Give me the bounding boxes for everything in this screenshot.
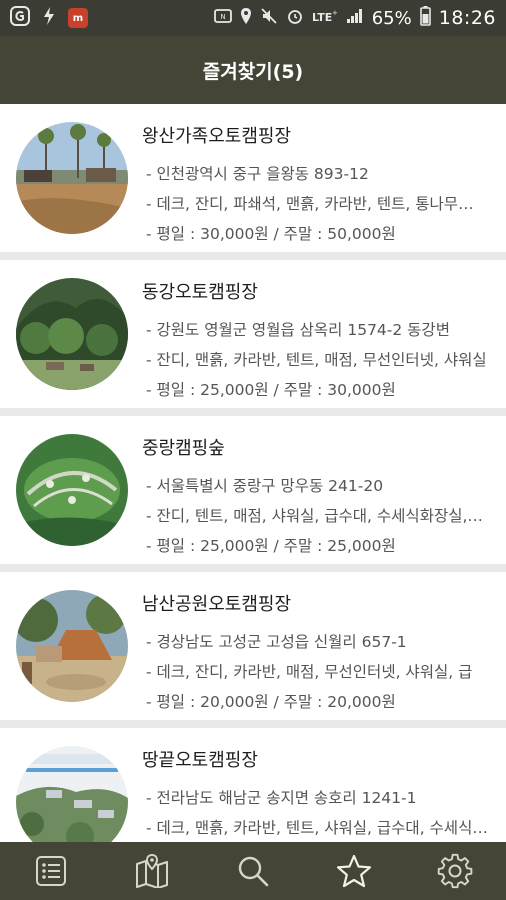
status-bar-system: N LTE + 65% 18:26 (213, 0, 496, 36)
campsite-address: - 강원도 영월군 영월읍 삼옥리 1574-2 동강변 (146, 321, 450, 339)
favorite-item[interactable]: 땅끝오토캠핑장 - 전라남도 해남군 송지면 송호리 1241-1 - 데크, … (0, 728, 506, 842)
battery-icon (419, 6, 431, 30)
svg-text:N: N (220, 13, 225, 21)
flash-icon (42, 6, 56, 30)
campsite-address: - 서울특별시 중랑구 망우동 241-20 (146, 477, 384, 495)
bottom-navigation (0, 842, 506, 900)
campsite-address: - 경상남도 고성군 고성읍 신월리 657-1 (146, 633, 407, 651)
location-icon (240, 7, 252, 29)
page-title: 즐겨찾기(5) (202, 60, 304, 83)
campsite-price: - 평일 : 25,000원 / 주말 : 25,000원 (146, 537, 396, 555)
campsite-thumbnail (16, 590, 128, 702)
campsite-name: 왕산가족오토캠핑장 (142, 126, 292, 147)
campsite-facilities: - 잔디, 텐트, 매점, 샤워실, 급수대, 수세식화장실,… (146, 507, 483, 525)
list-icon[interactable] (34, 854, 68, 888)
status-bar: m N LTE + 65% 18:26 (0, 0, 506, 36)
svg-text:LTE: LTE (312, 11, 332, 24)
svg-text:+: + (332, 9, 338, 17)
nav-settings[interactable] (405, 842, 506, 900)
favorite-item[interactable]: 동강오토캠핑장 - 강원도 영월군 영월읍 삼옥리 1574-2 동강변 - 잔… (0, 260, 506, 408)
campsite-facilities: - 데크, 잔디, 파쇄석, 맨흙, 카라반, 텐트, 통나무… (146, 195, 474, 213)
campsite-facilities: - 데크, 맨흙, 카라반, 텐트, 샤워실, 급수대, 수세식… (146, 819, 488, 837)
app-header: 즐겨찾기(5) (0, 36, 506, 104)
campsite-facilities: - 데크, 잔디, 카라반, 매점, 무선인터넷, 샤워실, 급 (146, 663, 473, 681)
lte-icon: LTE + (312, 8, 338, 28)
nav-list[interactable] (0, 842, 101, 900)
nfc-icon: N (213, 8, 232, 28)
campsite-name: 중랑캠핑숲 (142, 438, 225, 459)
campsite-address: - 전라남도 해남군 송지면 송호리 1241-1 (146, 789, 417, 807)
mute-icon (260, 7, 278, 29)
nav-search[interactable] (202, 842, 303, 900)
notification-app-icon (10, 6, 30, 30)
favorite-item[interactable]: 중랑캠핑숲 - 서울특별시 중랑구 망우동 241-20 - 잔디, 텐트, 매… (0, 416, 506, 564)
gear-icon[interactable] (437, 853, 473, 889)
campsite-price: - 평일 : 25,000원 / 주말 : 30,000원 (146, 381, 396, 399)
notification-badge-icon: m (68, 8, 88, 28)
campsite-thumbnail (16, 278, 128, 390)
star-icon[interactable] (336, 854, 372, 888)
campsite-name: 땅끝오토캠핑장 (142, 750, 258, 771)
nav-map[interactable] (101, 842, 202, 900)
battery-percent: 65% (371, 7, 412, 29)
signal-icon (346, 8, 364, 28)
campsite-thumbnail (16, 122, 128, 234)
nav-favorites[interactable] (304, 842, 405, 900)
campsite-price: - 평일 : 20,000원 / 주말 : 20,000원 (146, 693, 396, 711)
map-icon[interactable] (134, 854, 170, 888)
campsite-thumbnail (16, 746, 128, 842)
alarm-icon (286, 7, 304, 29)
favorites-list[interactable]: 왕산가족오토캠핑장 - 인천광역시 중구 을왕동 893-12 - 데크, 잔디… (0, 104, 506, 842)
favorite-item[interactable]: 남산공원오토캠핑장 - 경상남도 고성군 고성읍 신월리 657-1 - 데크,… (0, 572, 506, 720)
campsite-thumbnail (16, 434, 128, 546)
campsite-name: 동강오토캠핑장 (142, 282, 258, 303)
search-icon[interactable] (236, 854, 270, 888)
status-time: 18:26 (438, 7, 496, 29)
campsite-facilities: - 잔디, 맨흙, 카라반, 텐트, 매점, 무선인터넷, 샤워실 (146, 351, 487, 369)
campsite-name: 남산공원오토캠핑장 (142, 594, 292, 615)
campsite-price: - 평일 : 30,000원 / 주말 : 50,000원 (146, 225, 396, 243)
status-bar-notifications: m (10, 6, 88, 30)
campsite-address: - 인천광역시 중구 을왕동 893-12 (146, 165, 369, 183)
favorite-item[interactable]: 왕산가족오토캠핑장 - 인천광역시 중구 을왕동 893-12 - 데크, 잔디… (0, 104, 506, 252)
